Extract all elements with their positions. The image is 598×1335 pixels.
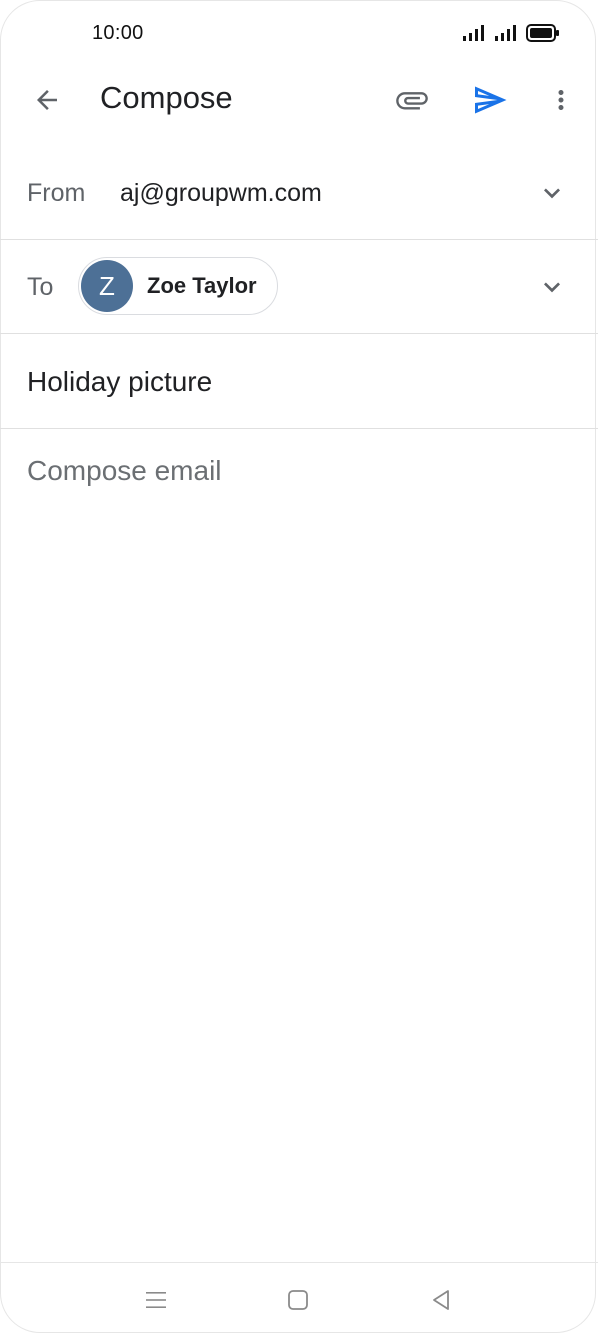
signal-icon (495, 25, 516, 41)
attach-button[interactable] (388, 76, 436, 124)
recipient-chip[interactable]: Z Zoe Taylor (78, 257, 278, 315)
back-triangle-icon (433, 1290, 449, 1310)
chevron-down-icon (544, 282, 560, 293)
to-label: To (27, 273, 54, 301)
recipient-name: Zoe Taylor (147, 273, 257, 298)
menu-icon (146, 1292, 166, 1308)
page-title: Compose (100, 80, 233, 115)
nav-home-button[interactable] (281, 1283, 315, 1317)
signal-icon (463, 25, 484, 41)
subject-text: Holiday picture (27, 366, 213, 397)
nav-back-button[interactable] (424, 1283, 458, 1317)
from-address: aj@groupwm.com (120, 179, 322, 207)
nav-menu-button[interactable] (139, 1283, 173, 1317)
to-expand-button[interactable] (532, 267, 572, 307)
from-row[interactable]: From aj@groupwm.com (0, 146, 598, 240)
from-label: From (27, 179, 86, 207)
back-button[interactable] (23, 76, 71, 124)
compose-body-field[interactable]: Compose email (27, 455, 222, 487)
home-icon (288, 1290, 308, 1310)
send-button[interactable] (466, 76, 514, 124)
to-row[interactable]: To Z Zoe Taylor (0, 240, 598, 334)
app-bar: Compose (0, 66, 598, 134)
chevron-down-icon (544, 188, 560, 199)
arrow-left-icon (37, 90, 57, 110)
status-bar: 10:00 (0, 0, 598, 66)
avatar: Z (81, 260, 133, 312)
more-options-button[interactable] (537, 76, 585, 124)
paperclip-icon (396, 92, 428, 110)
status-time: 10:00 (92, 22, 144, 44)
system-nav-bar (0, 1262, 598, 1335)
subject-field[interactable]: Holiday picture (0, 334, 598, 429)
from-expand-button[interactable] (532, 173, 572, 213)
status-icons (462, 24, 560, 42)
more-vert-icon (558, 90, 564, 110)
battery-icon (526, 24, 559, 42)
send-icon (475, 86, 507, 114)
